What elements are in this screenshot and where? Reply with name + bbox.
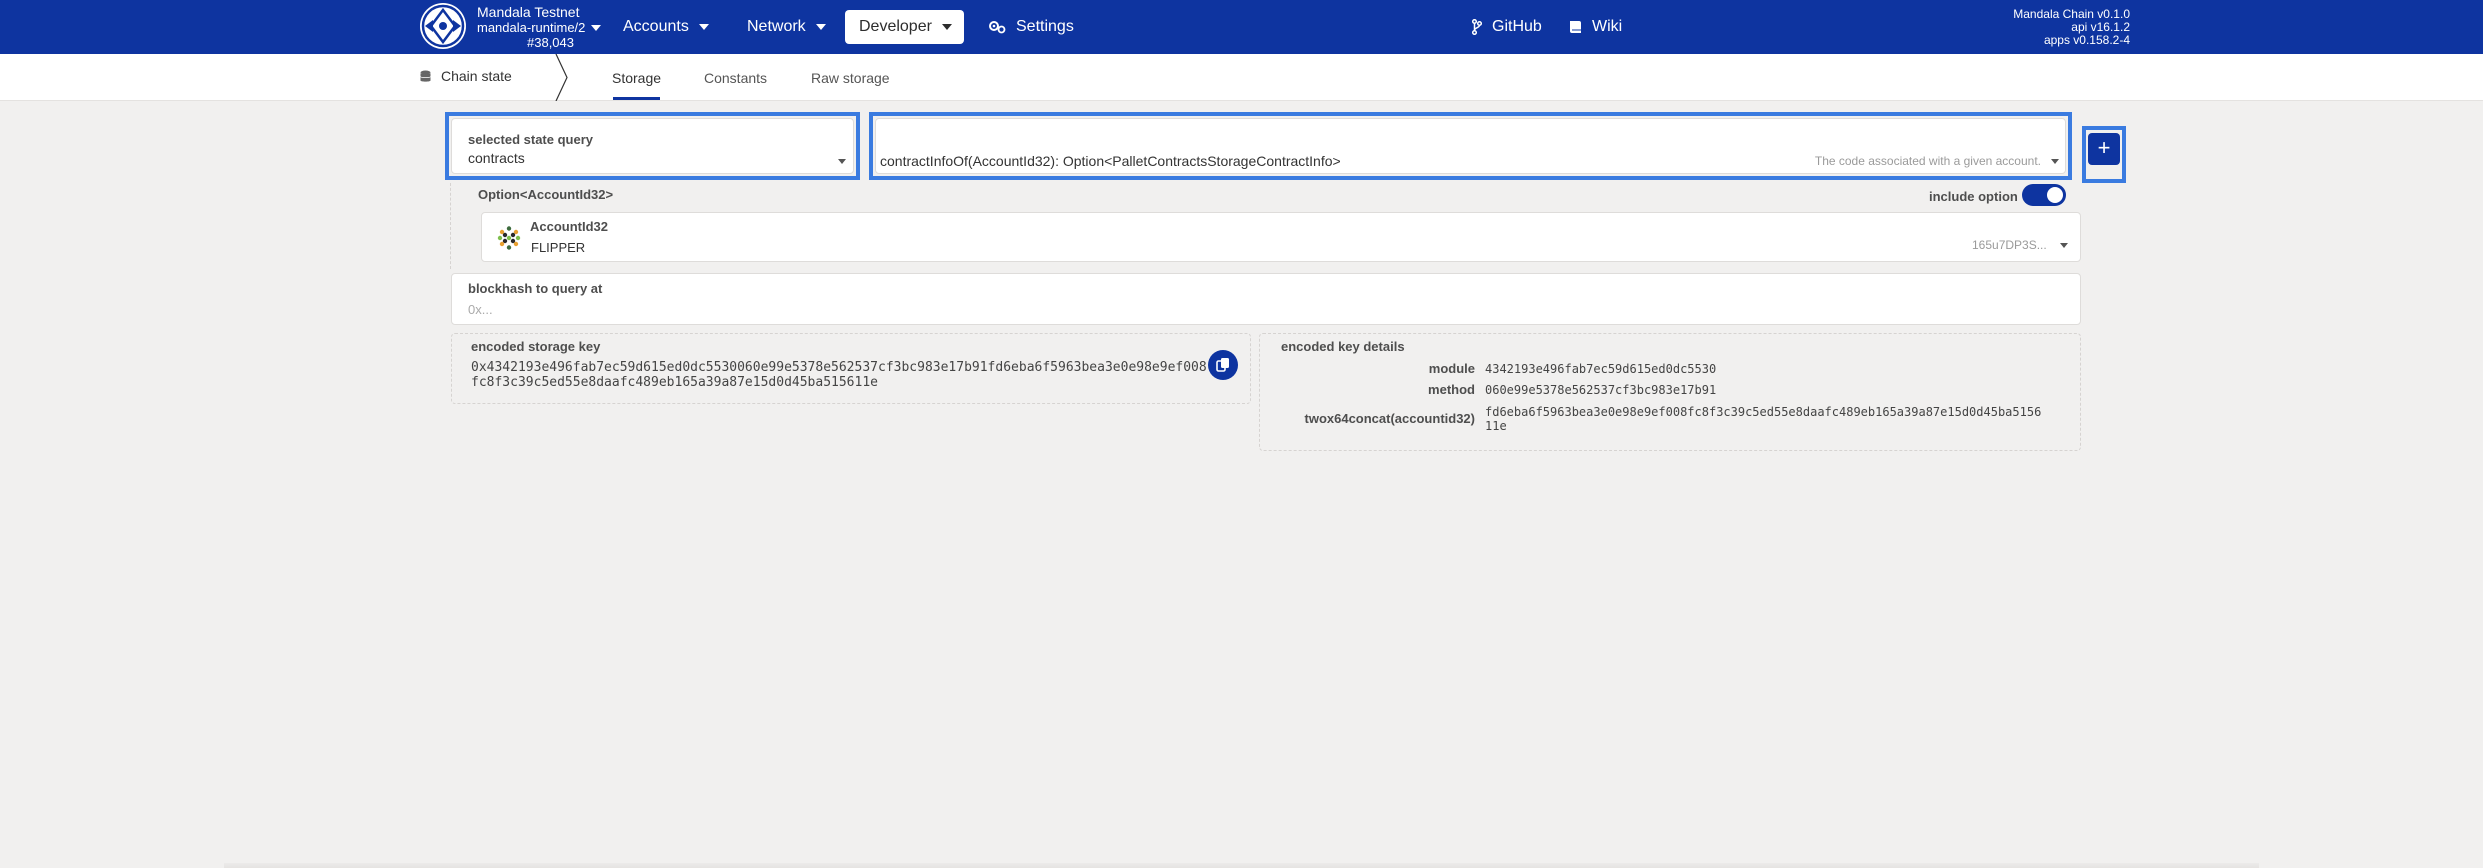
nav-wiki[interactable]: Wiki <box>1555 10 1636 44</box>
database-icon <box>420 70 431 82</box>
chain-runtime: mandala-runtime/2 <box>477 20 586 35</box>
copy-button[interactable] <box>1208 350 1238 380</box>
nav-network-label: Network <box>747 18 806 35</box>
tab-constants[interactable]: Constants <box>704 70 767 86</box>
best-block-number: #38,043 <box>527 35 574 50</box>
identicon-avatar-icon <box>496 225 522 251</box>
tab-raw-storage[interactable]: Raw storage <box>811 70 890 86</box>
account-address: 165u7DP3S... <box>1972 238 2047 252</box>
blockhash-placeholder: 0x... <box>468 302 493 317</box>
toggle-knob <box>2047 187 2063 203</box>
nav-accounts-label: Accounts <box>623 18 689 35</box>
gears-icon <box>989 21 1006 34</box>
blockhash-label: blockhash to query at <box>468 281 603 296</box>
encoded-key-label: encoded storage key <box>471 339 601 354</box>
chevron-down-icon <box>698 24 709 30</box>
chevron-down-icon <box>2060 243 2068 248</box>
nav-developer-label: Developer <box>859 18 932 35</box>
copy-icon <box>1216 358 1229 372</box>
top-navbar: Mandala Testnet mandala-runtime/2 #38,04… <box>0 0 2483 54</box>
method-select[interactable]: contractInfoOf(AccountId32): Option<Pall… <box>875 118 2066 174</box>
param-type-label: Option<AccountId32> <box>478 187 614 202</box>
include-option-toggle[interactable] <box>2022 184 2066 206</box>
nav-github[interactable]: GitHub <box>1458 10 1556 44</box>
method-description: The code associated with a given account… <box>1814 154 2041 168</box>
code-branch-icon <box>1472 19 1482 35</box>
detail-module-value: 4342193e496fab7ec59d615ed0dc5530 <box>1485 362 1717 376</box>
blockhash-input[interactable]: blockhash to query at 0x... <box>451 273 2081 325</box>
tab-storage[interactable]: Storage <box>612 70 661 86</box>
chevron-down-icon <box>591 24 602 31</box>
subnav-root-label: Chain state <box>441 68 512 84</box>
detail-method-value: 060e99e5378e562537cf3bc983e17b91 <box>1485 383 1717 397</box>
chain-selector[interactable]: Mandala Testnet mandala-runtime/2 #38,04… <box>477 4 602 50</box>
footer-shadow <box>224 863 2259 868</box>
encoded-key-value[interactable]: 0x4342193e496fab7ec59d615ed0dc5530060e99… <box>471 360 1211 390</box>
account-name: FLIPPER <box>531 240 586 255</box>
active-tab-indicator <box>613 97 660 100</box>
nav-settings-label: Settings <box>1016 18 1074 35</box>
detail-method-label: method <box>1428 382 1475 397</box>
nav-wiki-label: Wiki <box>1592 18 1623 35</box>
account-select[interactable]: AccountId32 FLIPPER <box>481 212 2081 262</box>
method-select-value: contractInfoOf(AccountId32): Option<Pall… <box>880 153 1341 169</box>
breadcrumb-separator-icon <box>555 54 568 101</box>
encoded-details-label: encoded key details <box>1281 339 1405 354</box>
chevron-down-icon <box>838 159 846 164</box>
nav-developer[interactable]: Developer <box>845 10 964 44</box>
nav-github-label: GitHub <box>1492 18 1542 35</box>
chevron-down-icon <box>815 24 826 30</box>
add-query-button[interactable]: + <box>2088 133 2120 165</box>
book-icon <box>1570 21 1581 33</box>
nav-accounts[interactable]: Accounts <box>609 10 723 44</box>
chevron-down-icon <box>941 24 952 30</box>
version-info: Mandala Chain v0.1.0 api v16.1.2 apps v0… <box>2013 8 2130 47</box>
account-type-label: AccountId32 <box>530 219 609 234</box>
subnav-root: Chain state <box>420 68 512 84</box>
include-option-label: include option <box>1929 189 2018 204</box>
module-select[interactable]: selected state query contracts <box>451 118 854 174</box>
detail-module-label: module <box>1428 361 1475 376</box>
detail-account-value: fd6eba6f5963bea3e0e98e9ef008fc8f3c39c5ed… <box>1485 405 2042 433</box>
chain-logo-icon[interactable] <box>420 3 466 49</box>
nav-network[interactable]: Network <box>733 10 840 44</box>
nav-settings[interactable]: Settings <box>974 10 1088 44</box>
detail-account-label: twox64concat(accountid32) <box>1304 411 1476 426</box>
chain-name: Mandala Testnet <box>477 4 580 20</box>
apps-version: apps v0.158.2-4 <box>2043 33 2130 47</box>
module-select-label: selected state query <box>468 132 594 147</box>
chevron-down-icon <box>2051 159 2059 164</box>
module-select-value: contracts <box>468 150 525 166</box>
sub-navbar: Chain state Storage Constants Raw storag… <box>0 54 2483 101</box>
